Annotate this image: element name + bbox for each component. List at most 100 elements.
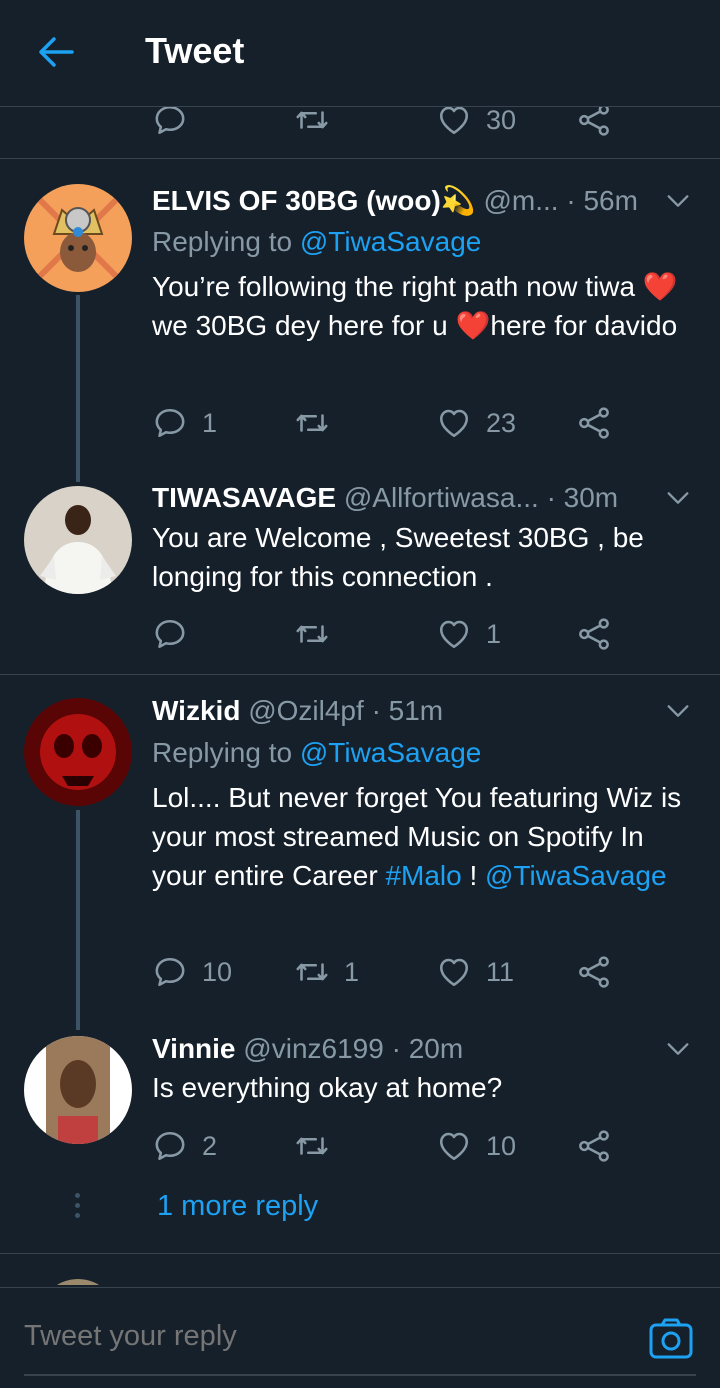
reply-count: 1 bbox=[202, 407, 218, 438]
share-icon bbox=[576, 616, 612, 652]
timestamp: · 20m bbox=[391, 1033, 464, 1064]
like-button[interactable]: 23 bbox=[436, 401, 516, 445]
like-button[interactable]: 1 bbox=[436, 612, 501, 656]
like-count: 30 bbox=[486, 104, 517, 135]
reply-count: 2 bbox=[202, 1130, 218, 1161]
sparkle-emoji: 💫 bbox=[440, 185, 476, 216]
thread-line bbox=[76, 295, 80, 482]
hashtag-link[interactable]: #Malo bbox=[385, 860, 461, 891]
retweet-icon bbox=[294, 616, 330, 652]
handle[interactable]: @Ozil4pf bbox=[248, 695, 364, 726]
tweet-header: Vinnie @vinz6199 · 20m bbox=[152, 1031, 696, 1067]
share-button[interactable] bbox=[576, 612, 612, 656]
share-icon bbox=[576, 1128, 612, 1164]
like-count: 23 bbox=[486, 407, 517, 438]
reply-input[interactable] bbox=[24, 1320, 624, 1353]
display-name[interactable]: TIWASAVAGE bbox=[152, 482, 336, 513]
avatar[interactable] bbox=[24, 698, 132, 806]
page-title: Tweet bbox=[145, 30, 245, 71]
back-arrow-icon[interactable] bbox=[36, 32, 76, 72]
tweet-action-bar: 1 23 bbox=[152, 401, 632, 445]
heart-icon bbox=[436, 102, 472, 138]
avatar[interactable] bbox=[24, 184, 132, 292]
retweet-button[interactable] bbox=[294, 1124, 330, 1168]
share-icon bbox=[576, 102, 612, 138]
reply-icon bbox=[152, 1128, 188, 1164]
tweet-text-part: You’re following the right path now tiwa bbox=[152, 271, 643, 302]
retweet-count: 1 bbox=[344, 956, 360, 987]
chevron-down-icon[interactable] bbox=[664, 187, 692, 215]
tweet-text: Is everything okay at home? bbox=[152, 1072, 503, 1103]
reply-button[interactable]: 10 bbox=[152, 950, 232, 994]
display-name[interactable]: Wizkid bbox=[152, 695, 240, 726]
share-button[interactable] bbox=[576, 401, 612, 445]
avatar[interactable] bbox=[24, 486, 132, 594]
retweet-button[interactable]: 1 bbox=[294, 950, 359, 994]
main-tweet-action-bar: 30 bbox=[0, 104, 720, 159]
tweet-text-part: here for davido bbox=[490, 310, 678, 341]
reply-button[interactable]: 1 bbox=[152, 401, 217, 445]
avatar-image bbox=[24, 1036, 132, 1144]
reply-icon bbox=[152, 954, 188, 990]
thread-line bbox=[76, 810, 80, 1030]
avatar-image bbox=[24, 698, 132, 806]
tweet-text: Lol.... But never forget You featuring W… bbox=[152, 778, 697, 895]
replying-prefix: Replying to bbox=[152, 226, 293, 257]
avatar[interactable] bbox=[24, 1036, 132, 1144]
like-button[interactable]: 10 bbox=[436, 1124, 516, 1168]
chevron-down-icon[interactable] bbox=[664, 484, 692, 512]
tweet-action-bar: 1 bbox=[152, 612, 632, 656]
chevron-down-icon[interactable] bbox=[664, 1035, 692, 1063]
chevron-down-icon[interactable] bbox=[664, 697, 692, 725]
reply-button[interactable] bbox=[152, 612, 188, 656]
share-icon bbox=[576, 954, 612, 990]
heart-icon bbox=[436, 1128, 472, 1164]
tweet-header: TIWASAVAGE @Allfortiwasa... · 30m bbox=[152, 480, 696, 516]
reply-count: 10 bbox=[202, 956, 233, 987]
avatar-image bbox=[24, 184, 132, 292]
retweet-icon bbox=[294, 405, 330, 441]
camera-icon[interactable] bbox=[648, 1316, 694, 1362]
like-count: 10 bbox=[486, 1130, 517, 1161]
share-button[interactable] bbox=[576, 950, 612, 994]
mention-link[interactable]: @TiwaSavage bbox=[485, 860, 666, 891]
timestamp: · 51m bbox=[371, 695, 444, 726]
heart-emoji: ❤️ bbox=[455, 310, 491, 341]
more-replies-link[interactable]: 1 more reply bbox=[157, 1190, 318, 1223]
heart-emoji: ❤️ bbox=[642, 271, 678, 302]
retweet-icon bbox=[294, 102, 330, 138]
retweet-button[interactable] bbox=[294, 612, 330, 656]
handle[interactable]: @Allfortiwasa... bbox=[344, 482, 539, 513]
mention-link[interactable]: @TiwaSavage bbox=[300, 737, 481, 768]
tweet-text: You are Welcome , Sweetest 30BG , be lon… bbox=[152, 522, 644, 592]
share-button[interactable] bbox=[576, 1124, 612, 1168]
timestamp: · 30m bbox=[546, 482, 619, 513]
replying-to: Replying to @TiwaSavage bbox=[152, 224, 481, 260]
reply-icon bbox=[152, 616, 188, 652]
heart-icon bbox=[436, 616, 472, 652]
reply-button[interactable]: 2 bbox=[152, 1124, 217, 1168]
divider bbox=[0, 1253, 720, 1254]
reply-composer bbox=[0, 1287, 720, 1388]
display-name[interactable]: Vinnie bbox=[152, 1033, 236, 1064]
reply-icon bbox=[152, 405, 188, 441]
tweet-action-bar: 2 10 bbox=[152, 1124, 632, 1168]
tweet-text-part: ! bbox=[461, 860, 486, 891]
display-name[interactable]: ELVIS OF 30BG (woo) bbox=[152, 185, 441, 216]
tweet-text: You’re following the right path now tiwa… bbox=[152, 267, 697, 345]
timestamp: · 56m bbox=[566, 185, 638, 216]
divider bbox=[0, 674, 720, 675]
thread-dots bbox=[74, 1193, 82, 1223]
retweet-button[interactable] bbox=[294, 401, 330, 445]
avatar[interactable] bbox=[38, 1279, 118, 1285]
like-button[interactable]: 11 bbox=[436, 950, 514, 994]
tweet-text-part: we 30BG dey here for u bbox=[152, 310, 456, 341]
like-count: 1 bbox=[486, 618, 502, 649]
handle[interactable]: @vinz6199 bbox=[243, 1033, 384, 1064]
handle[interactable]: @m... bbox=[484, 185, 559, 216]
input-underline bbox=[24, 1374, 696, 1376]
reply-icon bbox=[152, 102, 188, 138]
replying-prefix: Replying to bbox=[152, 737, 293, 768]
tweet-action-bar: 10 1 11 bbox=[152, 950, 632, 994]
mention-link[interactable]: @TiwaSavage bbox=[300, 226, 481, 257]
